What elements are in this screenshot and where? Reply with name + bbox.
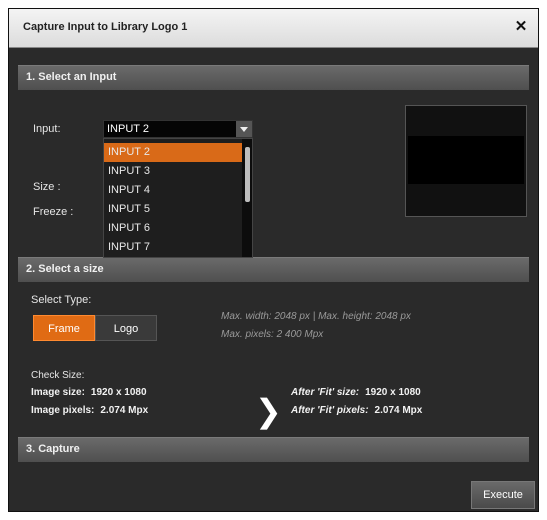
dropdown-option-label: INPUT 4 (108, 184, 150, 196)
image-size-label: Image size: (31, 387, 85, 398)
dropdown-option-input-2[interactable]: INPUT 2 (104, 143, 242, 162)
dropdown-option-label: INPUT 2 (108, 146, 150, 158)
input-select[interactable]: INPUT 2 (103, 120, 253, 138)
dropdown-option-label: INPUT 6 (108, 222, 150, 234)
input-label: Input: (33, 123, 61, 135)
dropdown-scrollbar[interactable] (242, 139, 252, 257)
input-preview (405, 105, 527, 217)
chevron-right-icon: ❯ (255, 392, 282, 430)
after-fit-pixels-line: After 'Fit' pixels: 2.074 Mpx (291, 405, 422, 416)
capture-dialog: Capture Input to Library Logo 1 ✕ 1. Sel… (8, 8, 539, 512)
section-select-size-title: 2. Select a size (26, 263, 104, 275)
max-size-info: Max. width: 2048 px | Max. height: 2048 … (221, 311, 411, 322)
after-fit-size-label: After 'Fit' size: (291, 387, 360, 398)
section-capture-header: 3. Capture (18, 437, 529, 462)
max-pixels-info: Max. pixels: 2 400 Mpx (221, 329, 324, 340)
dropdown-option-input-6[interactable]: INPUT 6 (104, 219, 242, 238)
dropdown-option-input-3[interactable]: INPUT 3 (104, 162, 242, 181)
dropdown-option-input-5[interactable]: INPUT 5 (104, 200, 242, 219)
dropdown-scroll-thumb[interactable] (245, 147, 250, 202)
execute-button[interactable]: Execute (471, 481, 535, 509)
section-capture-title: 3. Capture (26, 443, 80, 455)
select-type-label: Select Type: (31, 294, 92, 306)
dialog-title: Capture Input to Library Logo 1 (23, 21, 188, 33)
image-size-line: Image size: 1920 x 1080 (31, 387, 147, 398)
input-dropdown-list: INPUT 2 INPUT 3 INPUT 4 INPUT 5 INPUT 6 … (103, 138, 253, 258)
dropdown-option-label: INPUT 7 (108, 241, 150, 253)
after-fit-pixels-value: 2.074 Mpx (374, 405, 423, 416)
after-fit-size-value: 1920 x 1080 (365, 387, 421, 398)
dropdown-option-label: INPUT 3 (108, 165, 150, 177)
check-size-label: Check Size: (31, 370, 85, 381)
size-label: Size : (33, 181, 61, 193)
close-icon[interactable]: ✕ (512, 18, 530, 36)
input-preview-image (408, 136, 524, 184)
input-select-toggle[interactable] (236, 121, 252, 137)
chevron-down-icon (240, 127, 248, 132)
dropdown-option-input-4[interactable]: INPUT 4 (104, 181, 242, 200)
after-fit-size-line: After 'Fit' size: 1920 x 1080 (291, 387, 421, 398)
image-pixels-value: 2.074 Mpx (100, 405, 149, 416)
image-pixels-line: Image pixels: 2.074 Mpx (31, 405, 148, 416)
section-select-input-title: 1. Select an Input (26, 71, 117, 83)
input-select-value: INPUT 2 (107, 123, 149, 135)
section-select-size-header: 2. Select a size (18, 257, 529, 282)
freeze-label: Freeze : (33, 206, 74, 218)
dropdown-option-input-7[interactable]: INPUT 7 (104, 238, 242, 257)
image-pixels-label: Image pixels: (31, 405, 95, 416)
dialog-titlebar: Capture Input to Library Logo 1 ✕ (9, 9, 538, 48)
image-size-value: 1920 x 1080 (90, 387, 147, 398)
dropdown-option-label: INPUT 5 (108, 203, 150, 215)
logo-button[interactable]: Logo (95, 315, 157, 341)
after-fit-pixels-label: After 'Fit' pixels: (291, 405, 369, 416)
frame-button[interactable]: Frame (33, 315, 95, 341)
section-select-input-header: 1. Select an Input (18, 65, 529, 90)
